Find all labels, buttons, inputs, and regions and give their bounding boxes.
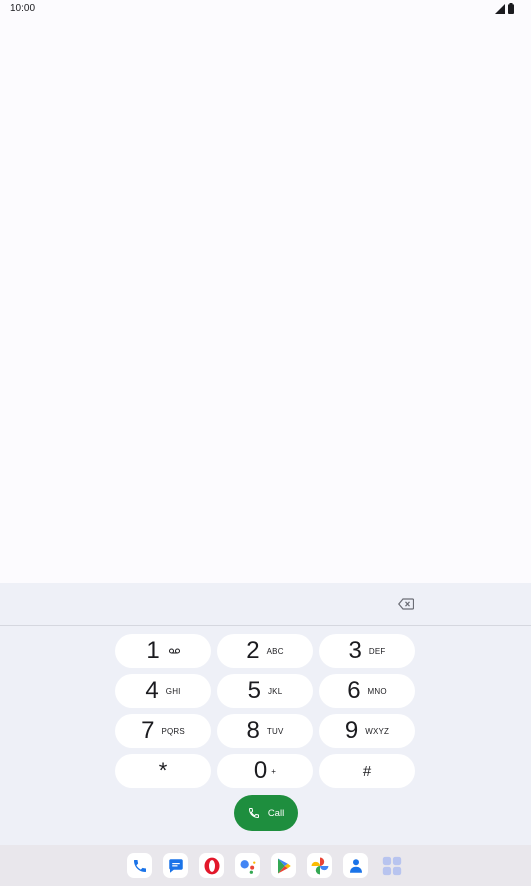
call-button[interactable]: Call: [234, 795, 298, 831]
key-letters: JKL: [267, 686, 283, 696]
key-9[interactable]: 9 WXYZ: [319, 714, 415, 748]
key-digit: 8: [246, 717, 260, 744]
phone-icon: [248, 808, 259, 819]
key-5[interactable]: 5 JKL: [217, 674, 313, 708]
key-digit: 0: [253, 757, 268, 784]
key-digit: 4: [145, 677, 159, 704]
dock-app-play-store[interactable]: [271, 853, 296, 878]
voicemail-icon: [168, 648, 180, 654]
key-digit: #: [362, 762, 372, 780]
dock-app-contacts[interactable]: [343, 853, 368, 878]
signal-icon: [495, 3, 505, 14]
key-star[interactable]: *: [115, 754, 211, 788]
call-label: Call: [267, 807, 285, 819]
key-digit: 2: [246, 637, 260, 664]
key-digit: *: [158, 758, 168, 783]
key-letters: WXYZ: [365, 726, 390, 736]
key-digit: 1: [146, 637, 160, 664]
status-time: 10:00: [10, 3, 36, 14]
assistant-icon: [240, 859, 255, 874]
key-2[interactable]: 2 ABC: [217, 634, 313, 668]
key-letters: GHI: [165, 686, 181, 696]
key-digit: 6: [347, 677, 361, 704]
status-bar: 10:00: [0, 0, 531, 18]
key-8[interactable]: 8 TUV: [217, 714, 313, 748]
key-letters: MNO: [367, 686, 387, 696]
app-dock: [0, 845, 531, 886]
key-letters: DEF: [368, 646, 386, 656]
messages-icon: [168, 858, 183, 873]
system-icons: [495, 3, 514, 14]
key-4[interactable]: 4 GHI: [115, 674, 211, 708]
contacts-icon: [349, 858, 362, 873]
key-digit: 3: [348, 637, 362, 664]
opera-icon: [204, 857, 219, 874]
dialpad-panel: 1 2 ABC 3 DEF 4 GHI 5 JKL 6 MNO 7 PQRS 8…: [0, 583, 531, 845]
phone-icon: [133, 859, 146, 872]
key-digit: 9: [344, 717, 359, 744]
phone-number-field[interactable]: [0, 583, 531, 625]
key-letters: ABC: [266, 646, 284, 656]
divider: [0, 625, 531, 626]
dock-app-messages[interactable]: [163, 853, 188, 878]
key-0[interactable]: 0 +: [217, 754, 313, 788]
play-store-icon: [277, 858, 291, 873]
key-letters: +: [271, 766, 277, 776]
key-digit: 5: [247, 677, 261, 704]
app-drawer-icon: [382, 856, 401, 875]
key-letters: TUV: [266, 726, 284, 736]
backspace-icon[interactable]: [398, 598, 414, 610]
dock-app-drawer[interactable]: [379, 853, 404, 878]
key-6[interactable]: 6 MNO: [319, 674, 415, 708]
key-7[interactable]: 7 PQRS: [115, 714, 211, 748]
key-digit: 7: [141, 717, 155, 744]
photos-icon: [311, 857, 328, 874]
key-hash[interactable]: #: [319, 754, 415, 788]
dock-app-photos[interactable]: [307, 853, 332, 878]
dock-app-phone[interactable]: [127, 853, 152, 878]
key-letters: PQRS: [161, 726, 185, 736]
key-1[interactable]: 1: [115, 634, 211, 668]
key-3[interactable]: 3 DEF: [319, 634, 415, 668]
battery-icon: [508, 3, 514, 14]
dock-app-opera[interactable]: [199, 853, 224, 878]
dock-app-assistant[interactable]: [235, 853, 260, 878]
